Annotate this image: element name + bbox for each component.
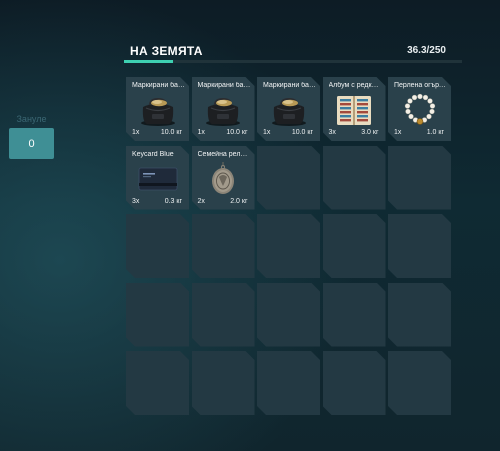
left-panel: Зануле 0 [9, 114, 54, 159]
empty-slot[interactable] [257, 351, 320, 415]
empty-slot[interactable] [388, 351, 451, 415]
item-name: Семейна реликва [197, 150, 251, 158]
weight-bar-fill [124, 60, 174, 63]
item-quantity: 1x [263, 129, 271, 136]
inventory-slot[interactable]: Keycard Blue 3x 0.3 кг [126, 146, 189, 210]
inventory-slot[interactable]: Маркирани банк... 1x 10.0 кг [126, 77, 189, 141]
empty-slot[interactable] [257, 214, 320, 278]
empty-slot[interactable] [257, 283, 320, 347]
empty-slot[interactable] [257, 146, 320, 210]
money-bag-icon [203, 93, 243, 127]
inventory-slot[interactable]: Семейна реликва 2x 2.0 кг [192, 146, 255, 210]
empty-slot[interactable] [388, 283, 451, 347]
item-quantity: 1x [394, 129, 402, 136]
money-bag-icon [138, 93, 178, 127]
weight-bar [124, 60, 462, 63]
inventory-weight: 36.3/250 [407, 45, 446, 56]
item-weight: 10.0 кг [291, 129, 313, 136]
item-name: Маркирани банк... [197, 82, 251, 89]
item-quantity: 1x [197, 129, 205, 136]
item-name: Перлена огърлица [394, 82, 447, 89]
pearl-necklace-icon [400, 93, 440, 127]
empty-slot[interactable] [126, 283, 189, 347]
left-panel-label: Зануле [16, 114, 47, 124]
item-weight: 1.0 кг [426, 129, 444, 136]
inventory-slot[interactable]: Перлена огърлица 1x 1.0 кг [388, 77, 451, 141]
empty-slot[interactable] [192, 214, 255, 278]
empty-slot[interactable] [388, 146, 451, 210]
item-weight: 2.0 кг [230, 197, 248, 205]
locket-icon [203, 162, 243, 196]
item-name: Маркирани банк... [263, 82, 316, 89]
keycard-icon [138, 162, 178, 196]
empty-slot[interactable] [192, 283, 255, 347]
item-weight: 10.0 кг [160, 129, 182, 136]
inventory-slot[interactable]: Маркирани банк... 1x 10.0 кг [192, 77, 255, 141]
money-bag-icon [269, 93, 309, 127]
item-quantity: 3x [132, 197, 140, 205]
empty-slot[interactable] [323, 146, 386, 210]
empty-slot[interactable] [323, 214, 386, 278]
item-quantity: 2x [197, 197, 205, 205]
item-name: Keycard Blue [132, 150, 174, 158]
item-weight: 10.0 кг [226, 129, 248, 136]
empty-slot[interactable] [126, 351, 189, 415]
item-quantity: 1x [132, 129, 140, 136]
empty-slot[interactable] [388, 214, 451, 278]
item-name: Маркирани банк... [132, 82, 185, 89]
inventory-slot[interactable]: Албум с редки ... 3x 3.0 кг [323, 77, 386, 141]
inventory-title: НА ЗЕМЯТА [130, 44, 203, 58]
inventory-grid: Маркирани банк... 1x 10.0 кг Маркирани бан… [126, 77, 451, 415]
empty-slot[interactable] [192, 351, 255, 415]
item-weight: 3.0 кг [361, 129, 379, 136]
ground-inventory-header: НА ЗЕМЯТА 36.3/250 [124, 42, 462, 64]
empty-slot[interactable] [323, 283, 386, 347]
amount-box[interactable]: 0 [9, 128, 54, 159]
empty-slot[interactable] [126, 214, 189, 278]
item-quantity: 3x [328, 129, 336, 136]
coin-album-icon [334, 93, 374, 127]
empty-slot[interactable] [323, 351, 386, 415]
item-weight: 0.3 кг [164, 197, 182, 205]
inventory-slot[interactable]: Маркирани банк... 1x 10.0 кг [257, 77, 320, 141]
item-name: Албум с редки ... [328, 82, 382, 89]
